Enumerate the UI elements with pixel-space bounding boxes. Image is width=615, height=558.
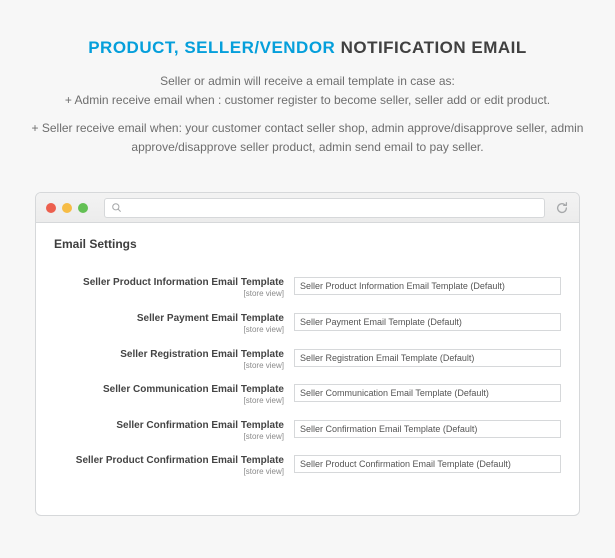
setting-value-col: Seller Payment Email Template (Default) bbox=[294, 313, 561, 331]
template-select[interactable]: Seller Confirmation Email Template (Defa… bbox=[294, 420, 561, 438]
setting-scope: [store view] bbox=[54, 289, 284, 299]
setting-scope: [store view] bbox=[54, 396, 284, 406]
setting-scope: [store view] bbox=[54, 325, 284, 335]
setting-label-col: Seller Registration Email Template [stor… bbox=[54, 349, 294, 371]
setting-label: Seller Payment Email Template bbox=[54, 313, 284, 325]
header-area: PRODUCT, SELLER/VENDOR NOTIFICATION EMAI… bbox=[0, 0, 615, 174]
select-value: Seller Product Information Email Templat… bbox=[300, 281, 505, 291]
setting-row: Seller Registration Email Template [stor… bbox=[54, 349, 561, 371]
setting-value-col: Seller Registration Email Template (Defa… bbox=[294, 349, 561, 367]
setting-label-col: Seller Payment Email Template [store vie… bbox=[54, 313, 294, 335]
browser-window: Email Settings Seller Product Informatio… bbox=[35, 192, 580, 516]
setting-label: Seller Registration Email Template bbox=[54, 349, 284, 361]
window-titlebar bbox=[36, 193, 579, 223]
select-value: Seller Registration Email Template (Defa… bbox=[300, 353, 474, 363]
desc-line-2: + Admin receive email when : customer re… bbox=[30, 91, 585, 110]
template-select[interactable]: Seller Communication Email Template (Def… bbox=[294, 384, 561, 402]
template-select[interactable]: Seller Payment Email Template (Default) bbox=[294, 313, 561, 331]
setting-label-col: Seller Confirmation Email Template [stor… bbox=[54, 420, 294, 442]
setting-scope: [store view] bbox=[54, 361, 284, 371]
select-value: Seller Payment Email Template (Default) bbox=[300, 317, 462, 327]
template-select[interactable]: Seller Product Confirmation Email Templa… bbox=[294, 455, 561, 473]
description-block-2: + Seller receive email when: your custom… bbox=[30, 119, 585, 156]
setting-row: Seller Confirmation Email Template [stor… bbox=[54, 420, 561, 442]
template-select[interactable]: Seller Product Information Email Templat… bbox=[294, 277, 561, 295]
setting-row: Seller Product Confirmation Email Templa… bbox=[54, 455, 561, 477]
setting-label: Seller Product Confirmation Email Templa… bbox=[54, 455, 284, 467]
setting-label: Seller Communication Email Template bbox=[54, 384, 284, 396]
setting-scope: [store view] bbox=[54, 467, 284, 477]
select-value: Seller Confirmation Email Template (Defa… bbox=[300, 424, 477, 434]
setting-value-col: Seller Confirmation Email Template (Defa… bbox=[294, 420, 561, 438]
search-icon bbox=[111, 202, 122, 213]
page-title: PRODUCT, SELLER/VENDOR NOTIFICATION EMAI… bbox=[30, 38, 585, 58]
window-close-button[interactable] bbox=[46, 203, 56, 213]
title-highlight: PRODUCT, SELLER/VENDOR bbox=[88, 38, 335, 57]
description-block-1: Seller or admin will receive a email tem… bbox=[30, 72, 585, 109]
setting-row: Seller Payment Email Template [store vie… bbox=[54, 313, 561, 335]
settings-panel: Email Settings Seller Product Informatio… bbox=[36, 223, 579, 515]
window-zoom-button[interactable] bbox=[78, 203, 88, 213]
setting-label-col: Seller Product Information Email Templat… bbox=[54, 277, 294, 299]
setting-value-col: Seller Product Confirmation Email Templa… bbox=[294, 455, 561, 473]
setting-row: Seller Product Information Email Templat… bbox=[54, 277, 561, 299]
setting-value-col: Seller Communication Email Template (Def… bbox=[294, 384, 561, 402]
desc-line-1: Seller or admin will receive a email tem… bbox=[30, 72, 585, 91]
address-bar[interactable] bbox=[104, 198, 545, 218]
refresh-icon[interactable] bbox=[555, 201, 569, 215]
setting-label-col: Seller Product Confirmation Email Templa… bbox=[54, 455, 294, 477]
select-value: Seller Communication Email Template (Def… bbox=[300, 388, 489, 398]
setting-label: Seller Product Information Email Templat… bbox=[54, 277, 284, 289]
window-minimize-button[interactable] bbox=[62, 203, 72, 213]
select-value: Seller Product Confirmation Email Templa… bbox=[300, 459, 511, 469]
template-select[interactable]: Seller Registration Email Template (Defa… bbox=[294, 349, 561, 367]
setting-row: Seller Communication Email Template [sto… bbox=[54, 384, 561, 406]
desc-line-3: + Seller receive email when: your custom… bbox=[30, 119, 585, 156]
setting-value-col: Seller Product Information Email Templat… bbox=[294, 277, 561, 295]
setting-label: Seller Confirmation Email Template bbox=[54, 420, 284, 432]
setting-scope: [store view] bbox=[54, 432, 284, 442]
setting-label-col: Seller Communication Email Template [sto… bbox=[54, 384, 294, 406]
title-rest: NOTIFICATION EMAIL bbox=[335, 38, 526, 57]
panel-heading: Email Settings bbox=[54, 237, 561, 251]
